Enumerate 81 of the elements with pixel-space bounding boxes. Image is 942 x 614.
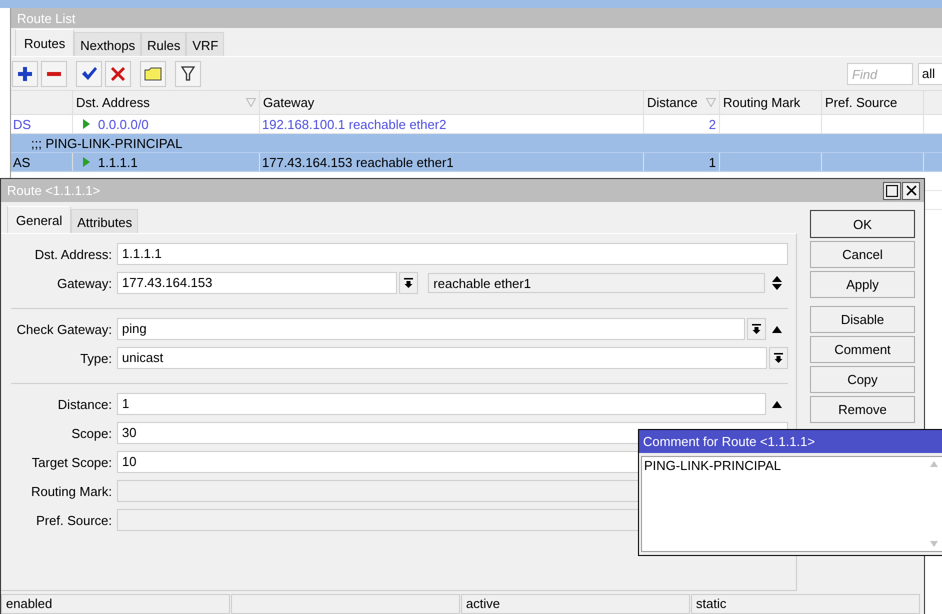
filter-dropdown[interactable]: all [918, 63, 942, 85]
tab[interactable]: General [7, 206, 72, 233]
comment-row[interactable]: ;;; PING-LINK-PRINCIPAL [11, 134, 942, 153]
column-header[interactable]: Distance [647, 95, 698, 110]
close-icon [906, 185, 916, 196]
route-flags: AS [13, 154, 30, 170]
dropdown-button[interactable] [769, 347, 788, 369]
collapse-icon[interactable] [772, 326, 782, 332]
action-button[interactable]: Disable [810, 306, 915, 333]
table-cell: 0.0.0.0/0 [98, 116, 149, 132]
route-comment: ;;; PING-LINK-PRINCIPAL [30, 136, 182, 150]
filter-icon [181, 66, 195, 81]
table-cell: 177.43.164.153 reachable ether1 [262, 154, 454, 170]
tab[interactable]: Rules [141, 32, 186, 56]
field-label: Gateway: [56, 276, 113, 290]
x-icon [111, 67, 125, 81]
input-field[interactable]: ping [117, 318, 745, 340]
action-button[interactable]: Remove [810, 396, 915, 423]
input-field[interactable]: 1 [117, 393, 766, 415]
field-label: Routing Mark: [30, 484, 113, 498]
window-title: Comment for Route <1.1.1.1> [639, 430, 942, 453]
remove-button[interactable] [41, 61, 67, 87]
action-button[interactable]: Apply [810, 271, 915, 298]
plus-icon [18, 67, 32, 81]
column-header[interactable]: Gateway [263, 95, 314, 110]
tab[interactable]: Routes [15, 29, 74, 56]
field-label: Target Scope: [30, 454, 113, 470]
table-cell: 1.1.1.1 [98, 154, 138, 170]
collapse-icon[interactable] [772, 400, 782, 408]
column-header[interactable]: Pref. Source [825, 95, 898, 110]
comment-text-area[interactable]: PING-LINK-PRINCIPAL [641, 456, 942, 552]
action-button[interactable]: Copy [810, 366, 915, 393]
tab[interactable]: Attributes [71, 209, 138, 233]
tab[interactable]: VRF [186, 32, 224, 56]
input-field[interactable]: 1.1.1.1 [117, 243, 788, 265]
dropdown-arrow-icon [404, 278, 414, 288]
checkmark-icon [82, 67, 97, 80]
field-label: Dst. Address: [34, 246, 113, 262]
route-flags: DS [13, 116, 32, 132]
dropdown-button[interactable] [399, 272, 418, 294]
maximize-button[interactable] [883, 182, 901, 200]
maximize-icon [886, 184, 898, 196]
column-header[interactable]: Routing Mark [723, 95, 800, 110]
field-label: Check Gateway: [16, 322, 113, 336]
active-icon [83, 157, 90, 167]
add-button[interactable] [12, 61, 38, 87]
disable-button[interactable] [105, 61, 131, 87]
dropdown-arrow-icon [774, 353, 783, 363]
tab[interactable]: Nexthops [74, 32, 142, 56]
input-field[interactable]: unicast [117, 347, 767, 369]
active-icon [83, 119, 90, 129]
field-label: Pref. Source: [35, 512, 113, 528]
route-row[interactable]: AS 1.1.1.1 177.43.164.153 reachable ether1 1 [11, 153, 942, 172]
table-cell: 2 [708, 116, 716, 132]
action-button[interactable]: Cancel [810, 241, 915, 268]
dropdown-arrow-icon [752, 324, 761, 334]
filter-button[interactable] [175, 61, 201, 87]
minus-icon [47, 72, 61, 76]
status-cell: enabled [1, 594, 230, 614]
note-icon [144, 68, 162, 80]
close-button[interactable] [902, 182, 920, 200]
input-field[interactable]: 177.43.164.153 [117, 272, 398, 294]
column-header[interactable]: Dst. Address [76, 95, 150, 110]
action-button[interactable]: Comment [810, 336, 915, 363]
sort-arrows-icon[interactable] [771, 275, 783, 291]
window-title: Route List [11, 8, 942, 28]
dropdown-button[interactable] [747, 318, 766, 340]
gateway-status-field: reachable ether1 [428, 273, 765, 293]
comment-button[interactable] [140, 61, 166, 87]
table-cell: 192.168.100.1 reachable ether2 [262, 116, 446, 132]
window-title: Route <1.1.1.1> [7, 183, 100, 198]
status-cell: static [691, 594, 920, 614]
field-label: Distance: [56, 396, 113, 412]
status-cell: active [461, 594, 690, 614]
enable-button[interactable] [76, 61, 102, 87]
table-cell: 1 [708, 154, 716, 170]
field-label: Scope: [70, 426, 113, 440]
find-field[interactable]: Find [847, 63, 913, 85]
field-label: Type: [79, 350, 113, 366]
action-button[interactable]: OK [810, 210, 915, 238]
comment-text: PING-LINK-PRINCIPAL [643, 457, 782, 473]
